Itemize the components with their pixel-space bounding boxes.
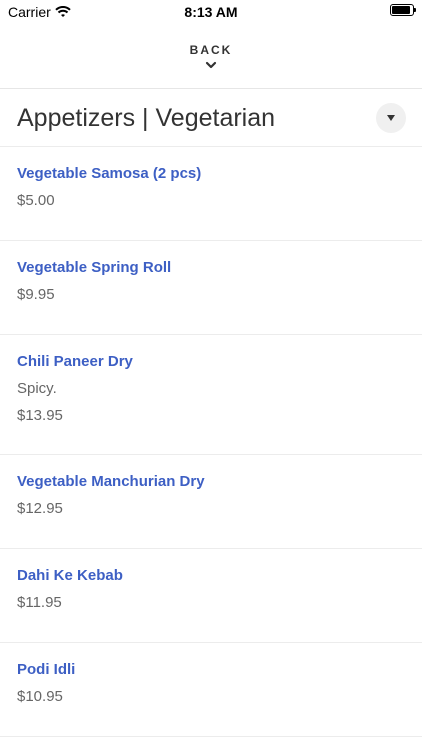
menu-item-price: $5.00 — [17, 192, 55, 209]
battery-icon — [390, 4, 416, 16]
dropdown-arrow-icon — [387, 115, 395, 121]
menu-item-name: Vegetable Spring Roll — [17, 259, 172, 276]
menu-item[interactable]: Vegetable Samosa (2 pcs) $5.00 — [0, 147, 422, 241]
menu-item-name: Dahi Ke Kebab — [17, 567, 123, 584]
back-button[interactable]: BACK — [0, 24, 422, 89]
status-time: 8:13 AM — [184, 4, 238, 20]
chevron-down-icon — [205, 61, 217, 69]
menu-item[interactable]: Podi Idli $10.95 — [0, 643, 422, 737]
menu-item[interactable]: Chili Paneer Dry Spicy. $13.95 — [0, 335, 422, 455]
category-header: Appetizers | Vegetarian — [0, 89, 422, 147]
menu-item-price: $12.95 — [17, 500, 63, 517]
category-title: Appetizers | Vegetarian — [17, 104, 276, 132]
back-label: BACK — [189, 43, 233, 57]
menu-item-name: Chili Paneer Dry — [17, 353, 133, 370]
menu-item-price: $13.95 — [17, 407, 63, 424]
menu-item-price: $11.95 — [17, 594, 62, 611]
menu-item[interactable]: Dahi Ke Kebab $11.95 — [0, 549, 422, 643]
status-bar: Carrier 8:13 AM — [0, 0, 422, 24]
menu-item-name: Podi Idli — [17, 661, 76, 678]
menu-item-price: $10.95 — [17, 688, 63, 705]
menu-item-name: Vegetable Samosa (2 pcs) — [17, 165, 202, 182]
menu-item[interactable]: Vegetable Manchurian Dry $12.95 — [0, 455, 422, 549]
status-right — [390, 4, 416, 16]
menu-item-name: Vegetable Manchurian Dry — [17, 473, 205, 490]
menu-item[interactable]: Vegetable Spring Roll $9.95 — [0, 241, 422, 335]
category-dropdown-button[interactable] — [376, 103, 406, 133]
menu-item-price: $9.95 — [17, 286, 55, 303]
menu-item-description: Spicy. — [17, 380, 57, 397]
